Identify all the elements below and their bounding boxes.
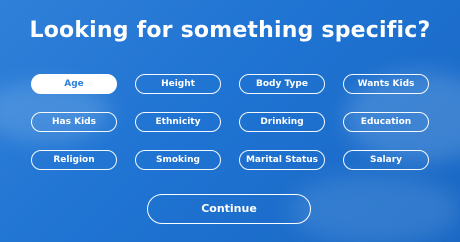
filter-marital-status-pill[interactable]: Marital Status xyxy=(239,150,325,170)
filter-salary-pill[interactable]: Salary xyxy=(343,150,429,170)
filter-education-pill[interactable]: Education xyxy=(343,112,429,132)
filter-age-pill[interactable]: Age xyxy=(31,74,117,94)
filter-has-kids-pill[interactable]: Has Kids xyxy=(31,112,117,132)
filter-height-pill[interactable]: Height xyxy=(135,74,221,94)
filter-options-grid: Age Height Body Type Wants Kids Has Kids… xyxy=(31,74,429,172)
filter-smoking-pill[interactable]: Smoking xyxy=(135,150,221,170)
background-blur-bottom xyxy=(290,175,460,242)
filter-drinking-pill[interactable]: Drinking xyxy=(239,112,325,132)
filters-screen: Looking for something specific? Age Heig… xyxy=(0,0,460,242)
page-title: Looking for something specific? xyxy=(29,18,431,43)
continue-button[interactable]: Continue xyxy=(147,194,311,224)
filter-religion-pill[interactable]: Religion xyxy=(31,150,117,170)
filter-wants-kids-pill[interactable]: Wants Kids xyxy=(343,74,429,94)
filter-body-type-pill[interactable]: Body Type xyxy=(239,74,325,94)
filter-ethnicity-pill[interactable]: Ethnicity xyxy=(135,112,221,132)
